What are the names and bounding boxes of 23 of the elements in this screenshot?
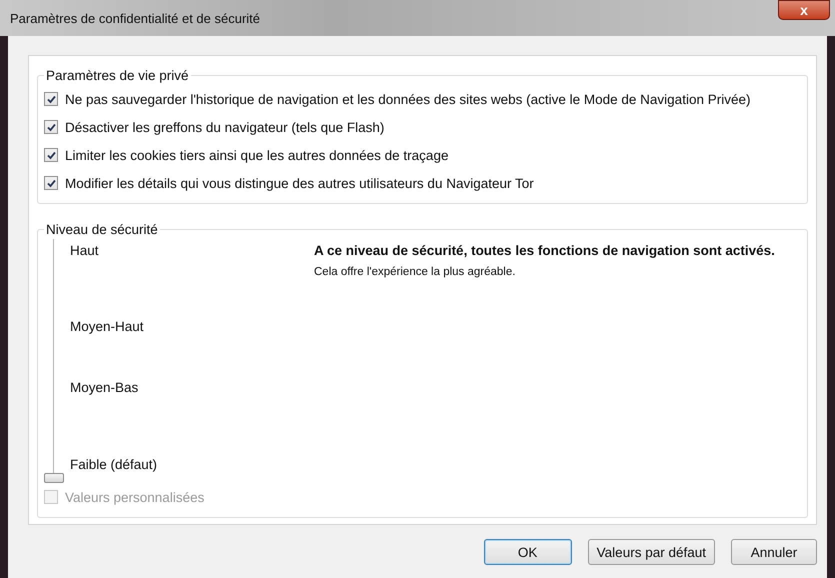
- dialog-button[interactable]: Valeurs par défaut: [588, 539, 715, 565]
- checkbox[interactable]: [44, 120, 58, 134]
- checkbox[interactable]: [44, 92, 58, 106]
- dialog-button[interactable]: Annuler: [731, 539, 817, 565]
- checkbox[interactable]: [44, 148, 58, 162]
- option-label: Limiter les cookies tiers ainsi que les autres données de traçage: [65, 148, 448, 162]
- level-description: Cela offre l'expérience la plus agréable.: [314, 266, 516, 278]
- option-label: Ne pas sauvegarder l'historique de navigation et les données des sites webs (active le Mode de Navigation Privée): [65, 92, 750, 106]
- slider-thumb[interactable]: [44, 473, 64, 483]
- level-heading: A ce niveau de sécurité, toutes les fonctions de navigation sont activés.: [314, 243, 775, 258]
- level-label: Haut: [70, 243, 99, 258]
- group-legend: Paramètres de vie privé: [44, 68, 191, 83]
- group-legend: Niveau de sécurité: [44, 222, 160, 237]
- option-label: Désactiver les greffons du navigateur (tels que Flash): [65, 120, 384, 134]
- option-label: Modifier les détails qui vous distingue des autres utilisateurs du Navigateur Tor: [65, 176, 534, 190]
- checkbox[interactable]: [44, 176, 58, 190]
- dialog-button[interactable]: OK: [484, 539, 572, 565]
- level-label: Faible (défaut): [70, 457, 158, 472]
- option-label: Valeurs personnalisées: [65, 490, 204, 504]
- window-title: Paramètres de confidentialité et de sécurité: [9, 10, 260, 26]
- close-button[interactable]: x: [778, 0, 830, 20]
- level-label: Moyen-Bas: [70, 380, 138, 395]
- level-label: Moyen-Haut: [70, 319, 144, 334]
